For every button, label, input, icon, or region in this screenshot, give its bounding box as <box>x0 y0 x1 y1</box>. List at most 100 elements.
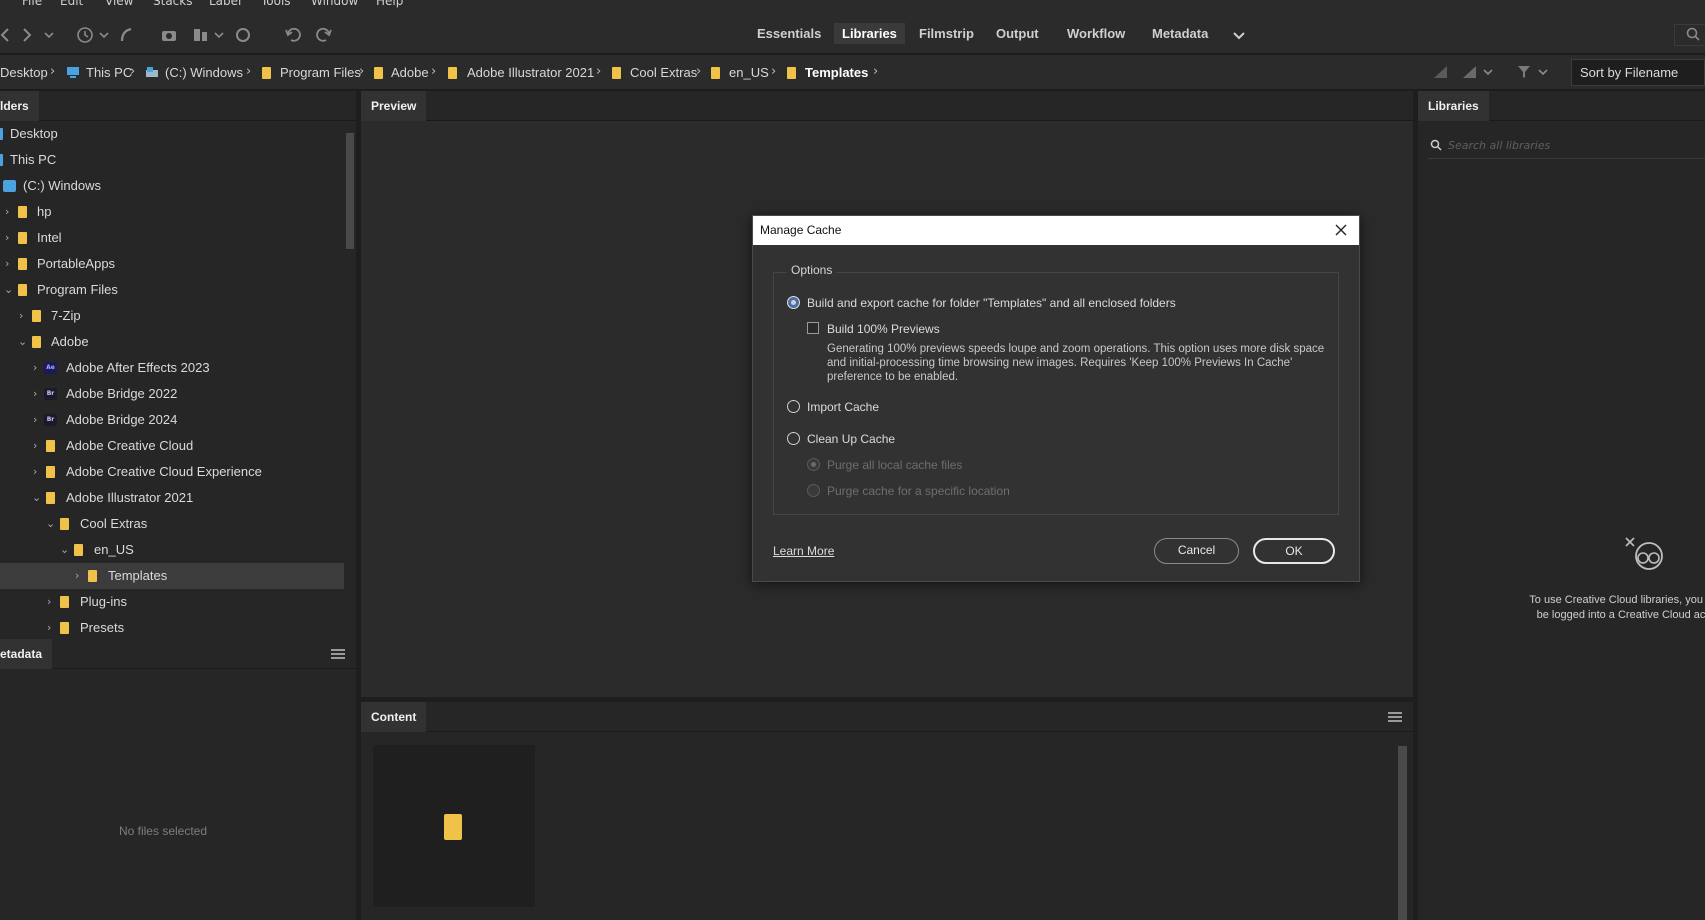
workspace-output[interactable]: Output <box>996 26 1039 41</box>
chevron-right-icon[interactable]: › <box>5 205 15 218</box>
chevron-right-icon[interactable]: › <box>5 231 15 244</box>
menu-window[interactable]: Window <box>311 0 358 8</box>
content-thumbnail[interactable] <box>373 745 535 907</box>
refine-dropdown-icon[interactable] <box>208 24 230 46</box>
crumb-program-files[interactable]: Program Files <box>280 65 361 80</box>
filter-dropdown-icon[interactable] <box>1532 61 1554 83</box>
menu-label[interactable]: Label <box>209 0 241 8</box>
import-cache-radio[interactable] <box>787 400 800 413</box>
tree-item-en-us[interactable]: ⌄ en_US <box>0 537 344 563</box>
workspace-essentials[interactable]: Essentials <box>757 26 821 41</box>
build-100-label[interactable]: Build 100% Previews <box>827 322 940 336</box>
menu-edit[interactable]: Edit <box>60 0 83 8</box>
chevron-down-icon[interactable] <box>38 24 60 46</box>
tree-item-desktop[interactable]: Desktop <box>0 121 344 147</box>
tab-content[interactable]: Content <box>361 702 427 732</box>
chevron-right-icon[interactable]: › <box>33 465 43 478</box>
crumb-en-us[interactable]: en_US <box>729 65 769 80</box>
workspace-more-chevron-icon[interactable] <box>1232 29 1246 43</box>
tree-item-portableapps[interactable]: › PortableApps <box>0 251 344 277</box>
workspace-metadata[interactable]: Metadata <box>1152 26 1208 41</box>
cancel-button[interactable]: Cancel <box>1154 538 1239 564</box>
workspace-filmstrip[interactable]: Filmstrip <box>919 26 974 41</box>
tree-item-presets[interactable]: › Presets <box>0 615 344 637</box>
tree-item-program-files[interactable]: ⌄ Program Files <box>0 277 344 303</box>
chevron-down-icon[interactable]: ⌄ <box>32 491 42 504</box>
tree-item-after-effects[interactable]: › Ae Adobe After Effects 2023 <box>0 355 344 381</box>
tree-item-plug-ins[interactable]: › Plug-ins <box>0 589 344 615</box>
crumb-cool-extras[interactable]: Cool Extras <box>630 65 697 80</box>
crumb-drive[interactable]: (C:) Windows <box>165 65 243 80</box>
search-icon[interactable] <box>1674 24 1705 46</box>
scrollbar-thumb[interactable] <box>1398 746 1407 920</box>
sort-dropdown[interactable]: Sort by Filename <box>1571 59 1705 86</box>
chevron-right-icon[interactable]: › <box>47 595 57 608</box>
chevron-right-icon[interactable]: › <box>75 569 85 582</box>
chevron-right-icon[interactable]: › <box>19 309 29 322</box>
library-search-input[interactable]: Search all libraries <box>1428 133 1705 159</box>
cleanup-cache-label[interactable]: Clean Up Cache <box>807 432 895 446</box>
sync-icon[interactable] <box>232 24 254 46</box>
crumb-separator[interactable]: › <box>873 64 878 79</box>
chevron-down-icon[interactable]: ⌄ <box>18 335 28 348</box>
rotate-right-icon[interactable] <box>313 24 335 46</box>
crumb-illustrator[interactable]: Adobe Illustrator 2021 <box>467 65 594 80</box>
tab-libraries[interactable]: Libraries <box>1418 91 1489 121</box>
menu-view[interactable]: View <box>105 0 133 8</box>
import-cache-label[interactable]: Import Cache <box>807 400 879 414</box>
tree-item-7zip[interactable]: › 7-Zip <box>0 303 344 329</box>
tree-item-hp[interactable]: › hp <box>0 199 344 225</box>
workspace-workflow[interactable]: Workflow <box>1067 26 1125 41</box>
workspace-libraries[interactable]: Libraries <box>834 23 905 44</box>
tree-item-intel[interactable]: › Intel <box>0 225 344 251</box>
cleanup-cache-radio[interactable] <box>787 432 800 445</box>
menu-stacks[interactable]: Stacks <box>153 0 192 8</box>
purge-all-radio[interactable] <box>807 458 820 471</box>
tree-item-bridge-2024[interactable]: › Br Adobe Bridge 2024 <box>0 407 344 433</box>
tree-item-creative-cloud-experience[interactable]: › Adobe Creative Cloud Experience <box>0 459 344 485</box>
chevron-right-icon[interactable]: › <box>33 361 43 374</box>
close-icon[interactable] <box>1333 222 1349 238</box>
learn-more-link[interactable]: Learn More <box>773 544 834 558</box>
rotate-left-icon[interactable] <box>282 24 304 46</box>
crumb-desktop[interactable]: Desktop <box>0 65 48 80</box>
ok-button[interactable]: OK <box>1253 538 1335 564</box>
tree-item-bridge-2022[interactable]: › Br Adobe Bridge 2022 <box>0 381 344 407</box>
crumb-this-pc[interactable]: This PC <box>86 65 132 80</box>
chevron-down-icon[interactable]: ⌄ <box>46 517 56 530</box>
boomerang-icon[interactable] <box>115 24 137 46</box>
purge-specific-radio[interactable] <box>807 484 820 497</box>
panel-menu-icon[interactable] <box>331 649 345 659</box>
forward-icon[interactable] <box>16 24 38 46</box>
rating-dropdown-icon[interactable] <box>1477 61 1499 83</box>
tree-item-this-pc[interactable]: This PC <box>0 147 344 173</box>
chevron-down-icon[interactable]: ⌄ <box>60 543 70 556</box>
build-export-label[interactable]: Build and export cache for folder "Templ… <box>807 296 1176 310</box>
camera-import-icon[interactable] <box>158 24 180 46</box>
scrollbar-thumb[interactable] <box>346 133 354 249</box>
tab-preview[interactable]: Preview <box>361 91 427 121</box>
menu-help[interactable]: Help <box>376 0 403 8</box>
build-export-radio[interactable] <box>787 296 800 309</box>
chevron-right-icon[interactable]: › <box>47 621 57 634</box>
chevron-right-icon[interactable]: › <box>5 257 15 270</box>
menu-tools[interactable]: Tools <box>261 0 291 8</box>
crumb-templates[interactable]: Templates <box>805 65 868 80</box>
tree-item-creative-cloud[interactable]: › Adobe Creative Cloud <box>0 433 344 459</box>
tree-item-illustrator-2021[interactable]: ⌄ Adobe Illustrator 2021 <box>0 485 344 511</box>
tab-folders[interactable]: lders <box>0 91 39 121</box>
build-100-checkbox[interactable] <box>807 322 819 334</box>
tab-metadata[interactable]: etadata <box>0 639 53 669</box>
menu-file[interactable]: File <box>22 0 42 8</box>
tree-item-templates[interactable]: › Templates <box>0 563 344 589</box>
crumb-adobe[interactable]: Adobe <box>391 65 429 80</box>
tree-item-drive[interactable]: (C:) Windows <box>0 173 344 199</box>
folder-tree-scrollbar[interactable] <box>344 121 356 637</box>
panel-menu-icon[interactable] <box>1388 712 1402 722</box>
chevron-right-icon[interactable]: › <box>33 387 43 400</box>
recent-dropdown-icon[interactable] <box>93 24 115 46</box>
back-icon[interactable] <box>0 24 16 46</box>
tree-item-adobe[interactable]: ⌄ Adobe <box>0 329 344 355</box>
quality-icon[interactable] <box>1430 61 1452 83</box>
content-scrollbar[interactable] <box>1395 732 1409 920</box>
